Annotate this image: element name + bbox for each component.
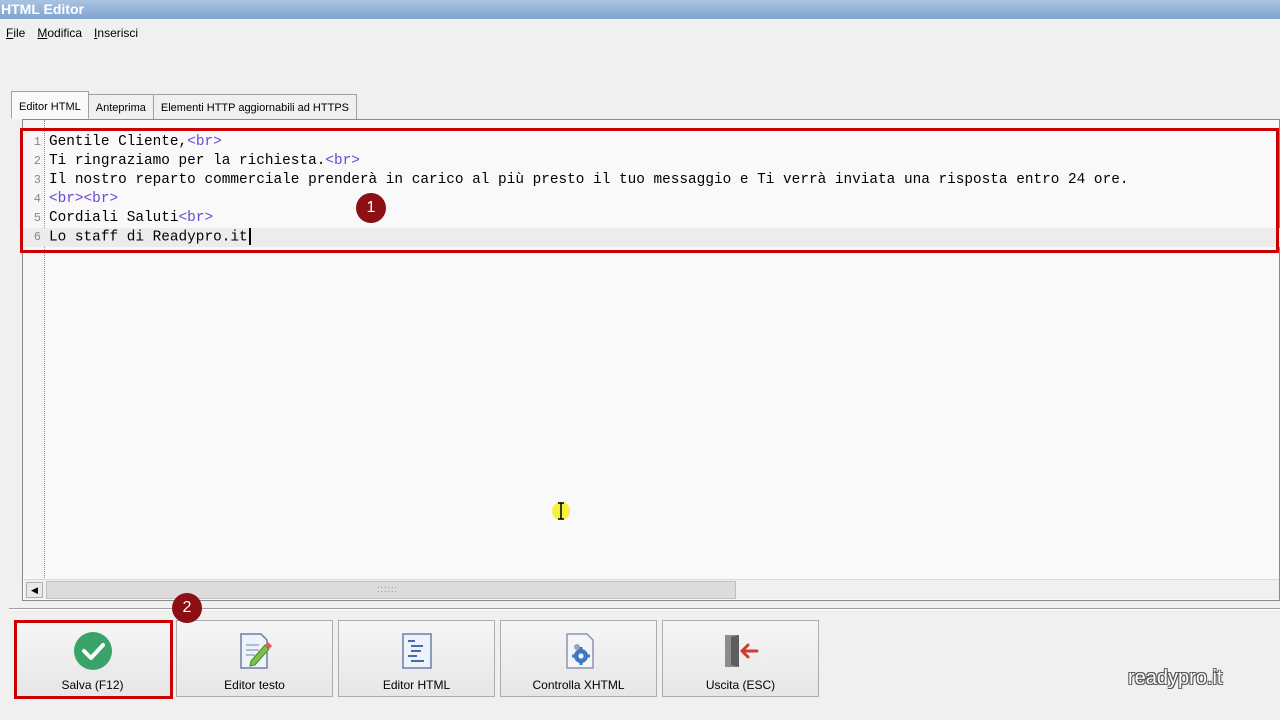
code-line[interactable]: 2 Ti ringraziamo per la richiesta.<br>: [23, 152, 1280, 171]
line-number: 1: [33, 135, 41, 149]
annotation-callout-2: 2: [172, 593, 202, 623]
text-editor-button-label: Editor testo: [224, 678, 285, 692]
code-line[interactable]: 5 Cordiali Saluti<br>: [23, 209, 1280, 228]
line-number: 4: [33, 192, 41, 206]
horizontal-scrollbar[interactable]: ◀ ::::::: [24, 579, 1279, 599]
menu-modifica[interactable]: Modifica: [31, 24, 88, 42]
tab-elementi-https[interactable]: Elementi HTTP aggiornabili ad HTTPS: [152, 94, 357, 119]
exit-door-icon: [724, 635, 758, 667]
check-circle-icon: [73, 632, 112, 670]
tab-editor-html[interactable]: Editor HTML: [11, 91, 89, 119]
line-text: Il nostro reparto commerciale prenderà i…: [49, 172, 1129, 188]
brand-watermark: readypro.it: [1128, 667, 1223, 689]
window-title: HTML Editor: [0, 0, 1280, 19]
line-text: Gentile Cliente,: [49, 134, 188, 150]
annotation-callout-1: 1: [356, 193, 386, 223]
arrow-left-icon[interactable]: ◀: [26, 582, 43, 598]
check-xhtml-button-label: Controlla XHTML: [532, 678, 625, 692]
line-number: 2: [33, 154, 41, 168]
scrollbar-grip: ::::::: [377, 584, 399, 594]
code-line-current[interactable]: 6 Lo staff di Readypro.it: [23, 228, 1280, 247]
line-number: 3: [33, 173, 41, 187]
save-button[interactable]: Salva (F12): [14, 620, 171, 697]
code-line[interactable]: 4 <br><br>: [23, 190, 1280, 209]
html-tag: <br>: [187, 134, 222, 150]
exit-button[interactable]: Uscita (ESC): [662, 620, 819, 697]
code-lines: 1 Gentile Cliente,<br> 2 Ti ringraziamo pe…: [23, 133, 1280, 247]
save-button-label: Salva (F12): [61, 678, 124, 692]
document-gear-icon: [565, 633, 594, 669]
html-tag: <br>: [178, 210, 214, 226]
html-tag: <br>: [325, 153, 360, 169]
html-tag: <br><br>: [49, 191, 119, 207]
text-editor-button[interactable]: Editor testo: [176, 620, 333, 697]
text-caret: [248, 228, 251, 245]
menu-inserisci[interactable]: Inserisci: [88, 24, 144, 42]
line-text: Lo staff di Readypro.it: [49, 229, 248, 246]
document-pencil-icon: [239, 633, 272, 669]
code-line[interactable]: 1 Gentile Cliente,<br>: [23, 133, 1280, 152]
menu-bar: File Modifica Inserisci: [0, 24, 144, 42]
line-text: Cordiali Saluti: [49, 210, 179, 226]
line-number: 5: [33, 211, 41, 225]
html-code-editor[interactable]: 1 Gentile Cliente,<br> 2 Ti ringraziamo pe…: [22, 119, 1280, 601]
menu-file[interactable]: File: [0, 24, 31, 42]
code-line[interactable]: 3 Il nostro reparto commerciale prenderà …: [23, 171, 1280, 190]
bottom-toolbar: Salva (F12) Editor testo Editor HTML Con…: [14, 620, 824, 697]
check-xhtml-button[interactable]: Controlla XHTML: [500, 620, 657, 697]
line-text: Ti ringraziamo per la richiesta.: [49, 153, 326, 169]
line-number: 6: [33, 230, 41, 244]
tab-anteprima[interactable]: Anteprima: [87, 94, 154, 119]
document-list-icon: [401, 633, 432, 669]
exit-button-label: Uscita (ESC): [705, 678, 776, 692]
text-cursor-icon: [552, 502, 570, 520]
tab-strip: Editor HTML Anteprima Elementi HTTP aggi…: [11, 91, 357, 119]
html-editor-button[interactable]: Editor HTML: [338, 620, 495, 697]
scrollbar-thumb[interactable]: ::::::: [46, 581, 736, 599]
html-editor-button-label: Editor HTML: [382, 678, 451, 692]
